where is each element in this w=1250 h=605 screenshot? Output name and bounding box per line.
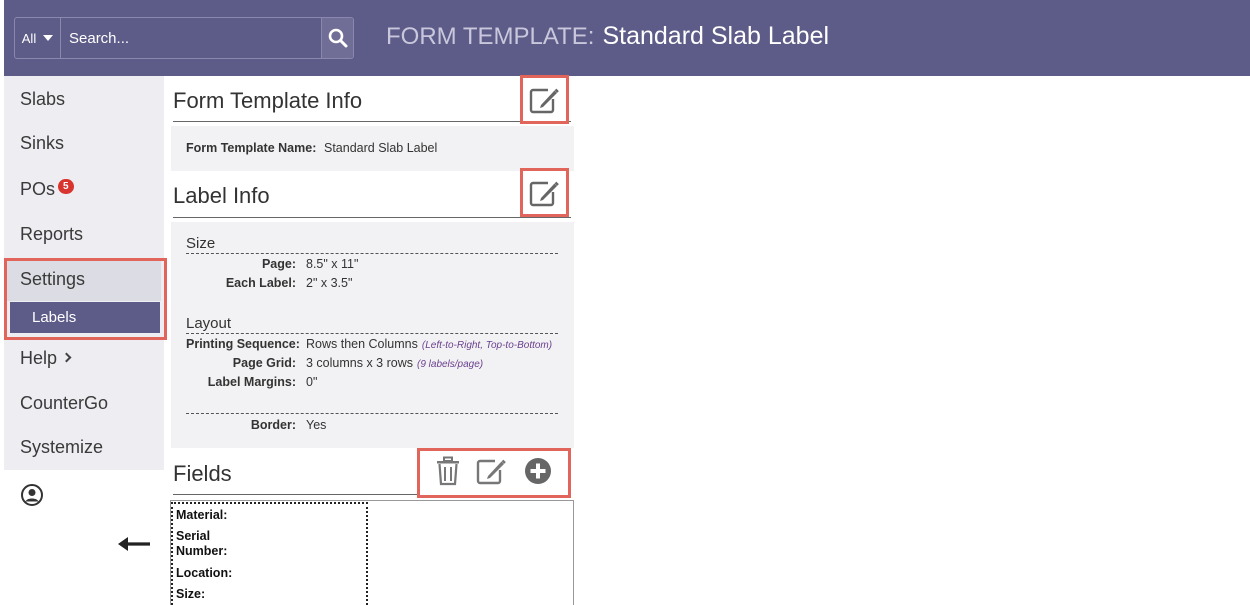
pos-count-badge: 5: [58, 179, 74, 194]
dashed-divider: [186, 253, 558, 254]
form-template-name-value: Standard Slab Label: [324, 141, 438, 155]
dashed-divider: [186, 333, 558, 334]
fields-actions-box: [417, 448, 571, 498]
label-margins-value: 0": [306, 375, 318, 389]
chevron-right-icon: [61, 352, 72, 363]
sidebar-item-label: Reports: [20, 224, 84, 244]
each-label-size-value: 2" x 3.5": [306, 276, 353, 290]
page-size-value: 8.5" x 11": [306, 257, 359, 271]
sidebar-item-help[interactable]: Help: [20, 348, 72, 369]
layout-heading: Layout: [186, 315, 232, 332]
search-input[interactable]: [61, 18, 321, 58]
search-scope-dropdown[interactable]: All: [15, 18, 61, 58]
edit-icon: [529, 88, 559, 113]
field-size[interactable]: Size:: [176, 587, 205, 602]
edit-icon: [476, 459, 506, 484]
add-field-button[interactable]: [523, 456, 553, 491]
divider: [173, 217, 571, 218]
page-grid-note: (9 labels/page): [416, 359, 484, 370]
edit-field-button[interactable]: [475, 456, 509, 491]
field-material[interactable]: Material:: [176, 508, 227, 523]
field-location[interactable]: Location:: [176, 566, 232, 581]
user-account-icon[interactable]: [20, 483, 44, 512]
label-info-title: Label Info: [173, 183, 270, 208]
fields-title: Fields: [173, 461, 232, 486]
form-template-name-label: Form Template Name:: [186, 141, 317, 155]
sidebar-item-label: CounterGo: [20, 393, 109, 413]
page-size-label: Page:: [261, 257, 296, 271]
sidebar-item-label: Slabs: [20, 89, 66, 109]
page-title-prefix: FORM TEMPLATE:: [386, 23, 595, 50]
page-grid-value: 3 columns x 3 rows (9 labels/page): [306, 356, 483, 370]
sidebar-item-label: POs: [20, 179, 56, 199]
divider: [173, 121, 571, 122]
border-value: Yes: [306, 418, 327, 432]
border-label: Border:: [250, 418, 296, 432]
sidebar-item-label: Help: [20, 348, 58, 368]
search-icon: [328, 28, 347, 48]
search-bar: All: [14, 17, 354, 59]
printing-sequence-note: (Left-to-Right, Top-to-Bottom): [421, 340, 553, 351]
page-grid-text: 3 columns x 3 rows: [306, 356, 413, 370]
arrow-left-icon: [118, 537, 150, 551]
search-scope-label: All: [21, 30, 37, 46]
user-circle-icon: [21, 484, 43, 506]
field-serial-number[interactable]: Serial Number:: [176, 529, 246, 559]
caret-down-icon: [43, 35, 54, 41]
trash-icon: [437, 456, 459, 485]
edit-icon: [529, 181, 559, 206]
search-button[interactable]: [321, 18, 353, 58]
label-info-panel: [171, 222, 574, 448]
form-template-info-title: Form Template Info: [173, 88, 363, 113]
top-bar: All FORM TEMPLATE: Standard Slab Label: [4, 0, 1250, 76]
dashed-divider: [186, 413, 558, 414]
each-label-size-label: Each Label:: [225, 276, 296, 290]
plus-circle-icon: [525, 457, 551, 484]
sidebar-item-slabs[interactable]: Slabs: [20, 89, 65, 110]
page-title: FORM TEMPLATE: Standard Slab Label: [386, 22, 829, 51]
sidebar-item-reports[interactable]: Reports: [20, 224, 83, 245]
sidebar-item-label: Sinks: [20, 133, 65, 153]
sidebar-item-countergo[interactable]: CounterGo: [20, 393, 108, 414]
label-margins-label: Label Margins:: [207, 375, 296, 389]
sidebar-item-sinks[interactable]: Sinks: [20, 133, 64, 154]
collapse-sidebar-button[interactable]: [118, 535, 152, 558]
page-grid-label: Page Grid:: [232, 356, 296, 370]
sidebar-item-systemize[interactable]: Systemize: [20, 437, 103, 458]
delete-field-button[interactable]: [435, 456, 461, 491]
printing-sequence-label: Printing Sequence:: [186, 337, 300, 351]
printing-sequence-value: Rows then Columns (Left-to-Right, Top-to-…: [306, 337, 552, 351]
settings-callout-box: [4, 258, 167, 340]
edit-form-template-info-button[interactable]: [520, 75, 569, 124]
sidebar-item-pos[interactable]: POs 5: [20, 179, 74, 200]
edit-label-info-button[interactable]: [520, 168, 569, 217]
page-title-name: Standard Slab Label: [602, 22, 830, 50]
printing-sequence-text: Rows then Columns: [306, 337, 418, 351]
sidebar-item-label: Systemize: [20, 437, 104, 457]
size-heading: Size: [186, 235, 216, 252]
